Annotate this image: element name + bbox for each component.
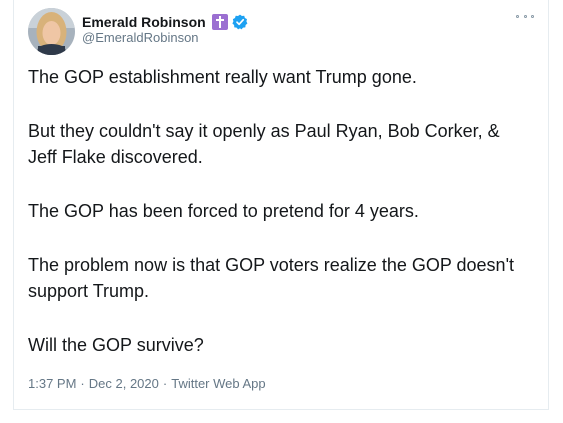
meta-separator: ·	[80, 376, 85, 391]
author-name-row: Emerald Robinson	[82, 12, 248, 32]
author-handle[interactable]: @EmeraldRobinson	[82, 30, 199, 45]
cross-icon	[211, 14, 228, 30]
tweet-paragraph: But they couldn't say it openly as Paul …	[28, 121, 500, 167]
tweet-paragraph: The problem now is that GOP voters reali…	[28, 255, 515, 301]
author-display-name[interactable]: Emerald Robinson	[82, 14, 206, 30]
tweet-paragraph: The GOP has been forced to pretend for 4…	[28, 201, 419, 221]
verified-icon	[232, 14, 248, 30]
tweet-source[interactable]: Twitter Web App	[171, 376, 265, 391]
tweet-date[interactable]: Dec 2, 2020	[89, 376, 159, 391]
tweet-paragraph: Will the GOP survive?	[28, 335, 204, 355]
more-dot-icon	[523, 14, 527, 18]
tweet-meta: 1:37 PM · Dec 2, 2020 · Twitter Web App	[28, 376, 266, 391]
tweet-text: The GOP establishment really want Trump …	[28, 64, 533, 386]
avatar-image	[28, 8, 75, 55]
tweet-time[interactable]: 1:37 PM	[28, 376, 76, 391]
avatar[interactable]	[28, 8, 75, 55]
tweet-paragraph: The GOP establishment really want Trump …	[28, 67, 417, 87]
more-options-button[interactable]	[516, 10, 534, 22]
more-dot-icon	[531, 14, 534, 18]
meta-separator: ·	[162, 376, 168, 391]
more-dot-icon	[516, 14, 519, 18]
tweet-card: Emerald Robinson @EmeraldRobinson The GO…	[13, 0, 549, 410]
